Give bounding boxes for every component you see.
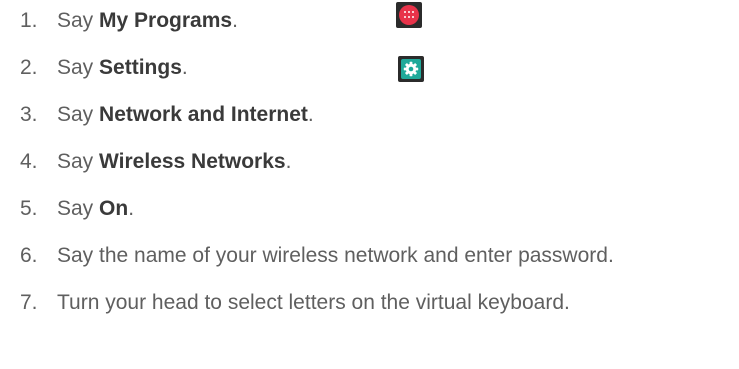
step-number: 3. [20, 103, 38, 126]
apps-grid-icon [396, 2, 422, 28]
gear-glyph [403, 61, 419, 77]
step-number: 5. [20, 197, 38, 220]
step-number: 4. [20, 150, 38, 173]
step-prefix: Say [57, 56, 100, 79]
step-command: My Programs [99, 9, 233, 32]
step-number: 2. [20, 56, 38, 79]
step-command: Network and Internet [99, 103, 308, 126]
step-suffix: . [307, 103, 314, 126]
step-command: On [99, 197, 129, 220]
step-7: 7. Turn your head to select letters on th… [20, 285, 570, 321]
step-number: 1. [20, 9, 38, 32]
step-prefix: Say [57, 197, 100, 220]
step-number: 6. [20, 244, 38, 267]
apps-icon-dots [404, 11, 414, 19]
step-prefix: Say [57, 150, 100, 173]
apps-icon-circle [399, 5, 419, 25]
step-1: 1. Say My Programs. [20, 3, 238, 39]
step-6: 6. Say the name of your wireless network … [20, 238, 614, 274]
gear-icon [398, 56, 424, 82]
step-command: Wireless Networks [99, 150, 286, 173]
step-4: 4. Say Wireless Networks. [20, 144, 291, 180]
step-prefix: Say [57, 103, 100, 126]
step-text: Say the name of your wireless network an… [57, 244, 614, 267]
step-suffix: . [128, 197, 135, 220]
step-number: 7. [20, 291, 38, 314]
step-suffix: . [232, 9, 238, 32]
step-command: Settings [99, 56, 182, 79]
settings-icon-tile [401, 59, 421, 79]
step-prefix: Say [57, 9, 100, 32]
step-3: 3. Say Network and Internet. [20, 97, 314, 133]
step-2: 2. Say Settings. [20, 50, 188, 86]
step-5: 5. Say On. [20, 191, 134, 227]
step-suffix: . [285, 150, 292, 173]
step-text: Turn your head to select letters on the … [57, 291, 570, 314]
step-suffix: . [181, 56, 188, 79]
